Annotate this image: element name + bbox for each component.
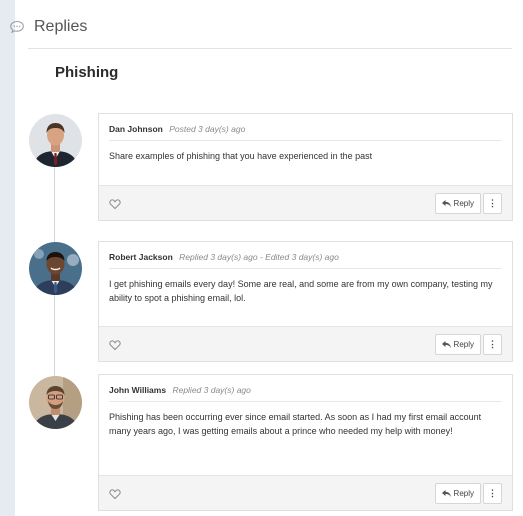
header-divider	[28, 48, 512, 49]
speech-bubble-icon	[8, 18, 26, 36]
avatar-dan-johnson	[29, 114, 82, 167]
post-message: I get phishing emails every day! Some ar…	[109, 279, 493, 303]
post-footer: Reply ⋮	[99, 475, 512, 510]
left-sidebar-strip	[0, 0, 15, 516]
more-options-button[interactable]: ⋮	[483, 483, 502, 504]
reply-label: Reply	[453, 489, 474, 498]
reply-button[interactable]: Reply	[434, 193, 481, 214]
post-message: Share examples of phishing that you have…	[109, 151, 373, 161]
post-timestamp: Replied 3 day(s) ago	[172, 385, 251, 395]
reply-label: Reply	[453, 340, 474, 349]
replies-title: Replies	[34, 18, 88, 35]
reply-label: Reply	[453, 199, 474, 208]
post-card: Dan Johnson Posted 3 day(s) ago Share ex…	[98, 113, 513, 221]
post-footer: Reply ⋮	[99, 326, 512, 361]
more-options-button[interactable]: ⋮	[483, 193, 502, 214]
topic-title: Phishing	[55, 64, 119, 81]
replies-page: Replies Phishing Dan Johnson Posted 3 da…	[0, 0, 523, 516]
post-timestamp: Replied 3 day(s) ago - Edited 3 day(s) a…	[179, 252, 339, 262]
post-author[interactable]: Robert Jackson	[109, 252, 173, 262]
post-timestamp: Posted 3 day(s) ago	[169, 124, 246, 134]
reply-arrow-icon	[441, 490, 451, 497]
post-body: Dan Johnson Posted 3 day(s) ago Share ex…	[99, 114, 512, 171]
reply-arrow-icon	[441, 200, 451, 207]
post-author[interactable]: John Williams	[109, 385, 166, 395]
heart-icon	[109, 199, 121, 210]
post-meta: Dan Johnson Posted 3 day(s) ago	[109, 124, 502, 141]
like-button[interactable]	[109, 197, 121, 210]
heart-icon	[109, 489, 121, 500]
reply-button[interactable]: Reply	[434, 483, 481, 504]
post-card: John Williams Replied 3 day(s) ago Phish…	[98, 374, 513, 511]
avatar-john-williams	[29, 376, 82, 429]
avatar-robert-jackson	[29, 242, 82, 295]
reply-arrow-icon	[441, 341, 451, 348]
replies-header: Replies	[8, 12, 87, 42]
post-body: Robert Jackson Replied 3 day(s) ago - Ed…	[99, 242, 512, 313]
post-message: Phishing has been occurring ever since e…	[109, 412, 482, 436]
post-meta: Robert Jackson Replied 3 day(s) ago - Ed…	[109, 252, 502, 269]
post-body: John Williams Replied 3 day(s) ago Phish…	[99, 375, 512, 446]
like-button[interactable]	[109, 338, 121, 351]
post-card: Robert Jackson Replied 3 day(s) ago - Ed…	[98, 241, 513, 362]
reply-button[interactable]: Reply	[434, 334, 481, 355]
post-meta: John Williams Replied 3 day(s) ago	[109, 385, 502, 402]
more-options-button[interactable]: ⋮	[483, 334, 502, 355]
like-button[interactable]	[109, 487, 121, 500]
heart-icon	[109, 340, 121, 351]
post-author[interactable]: Dan Johnson	[109, 124, 163, 134]
post-footer: Reply ⋮	[99, 185, 512, 220]
